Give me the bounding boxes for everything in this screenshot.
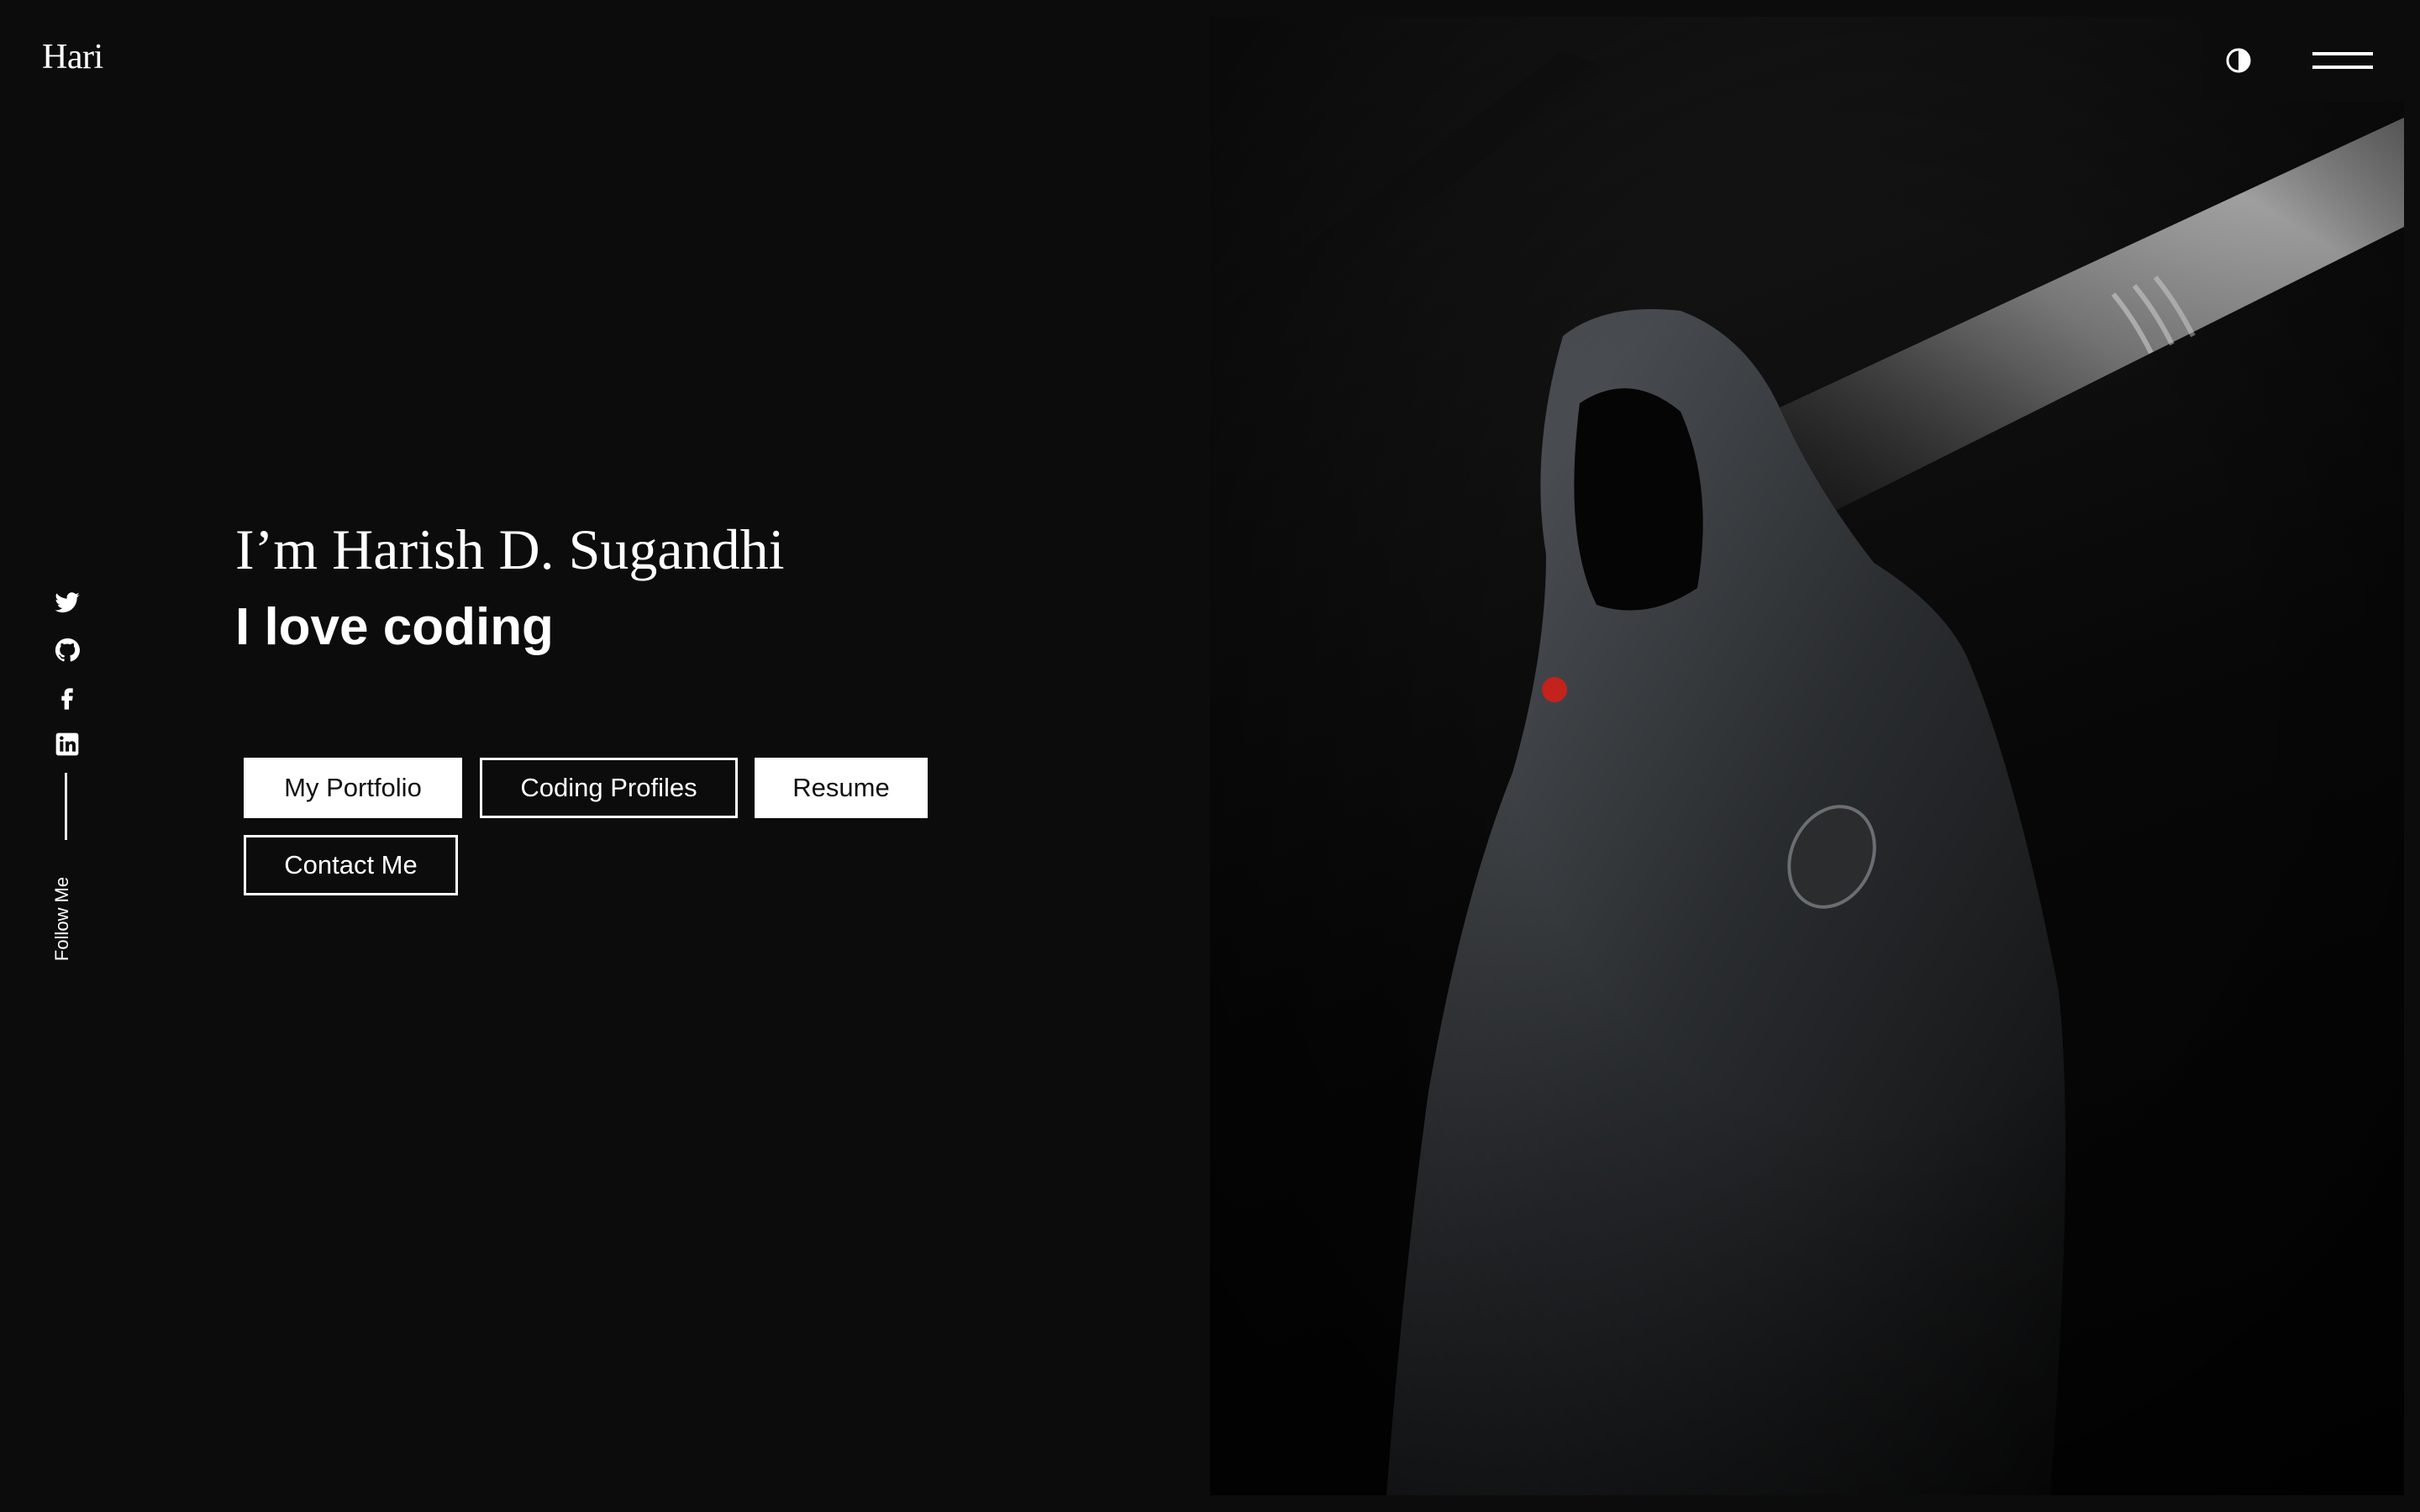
github-icon bbox=[55, 638, 80, 662]
facebook-icon bbox=[61, 688, 73, 710]
facebook-link[interactable] bbox=[52, 682, 82, 712]
follow-me-label: Follow Me bbox=[51, 876, 72, 962]
cursor-dot bbox=[1542, 677, 1567, 702]
hero-tagline: I love coding bbox=[235, 598, 554, 656]
hamburger-menu-icon-line bbox=[2312, 52, 2373, 55]
theme-toggle-button[interactable] bbox=[2225, 47, 2252, 74]
linkedin-link[interactable] bbox=[52, 729, 82, 759]
hamburger-menu-button[interactable] bbox=[2312, 49, 2373, 74]
twitter-icon bbox=[55, 592, 80, 613]
coding-profiles-button[interactable]: Coding Profiles bbox=[480, 758, 738, 818]
my-portfolio-button[interactable]: My Portfolio bbox=[244, 758, 462, 818]
social-divider-line bbox=[65, 773, 67, 840]
contrast-icon bbox=[2226, 48, 2251, 73]
twitter-link[interactable] bbox=[52, 588, 82, 618]
github-link[interactable] bbox=[52, 635, 82, 665]
site-logo[interactable]: Hari bbox=[42, 37, 103, 77]
hero-image bbox=[1210, 17, 2404, 1495]
contact-me-button[interactable]: Contact Me bbox=[244, 835, 458, 895]
hooded-figure-illustration bbox=[1210, 17, 2404, 1495]
resume-button[interactable]: Resume bbox=[755, 758, 928, 818]
hero-headline: I’m Harish D. Sugandhi bbox=[235, 517, 785, 581]
page: Hari Follow Me I’m Harish D. Sugandhi I … bbox=[0, 0, 2420, 1512]
hamburger-menu-icon-line bbox=[2312, 66, 2373, 69]
linkedin-icon bbox=[55, 732, 79, 756]
